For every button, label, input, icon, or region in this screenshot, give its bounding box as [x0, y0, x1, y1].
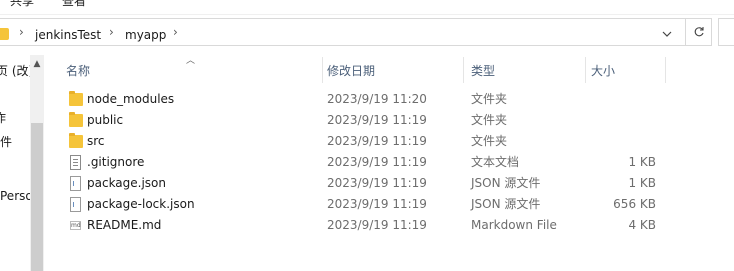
- nav-item[interactable]: 页 (改): [0, 62, 33, 79]
- file-date: 2023/9/19 11:19: [327, 155, 427, 169]
- folder-icon: [69, 133, 83, 148]
- file-row[interactable]: src 2023/9/19 11:19 文件夹: [58, 131, 668, 152]
- file-name: package.json: [87, 176, 167, 190]
- nav-item[interactable]: Perso: [0, 189, 33, 203]
- breadcrumb-myapp[interactable]: myapp: [125, 28, 166, 42]
- refresh-button[interactable]: [686, 18, 712, 46]
- markdown-file-icon: md: [70, 221, 81, 230]
- file-row[interactable]: package.json 2023/9/19 11:19 JSON 源文件 1 …: [58, 173, 668, 194]
- file-type: 文件夹: [471, 113, 508, 127]
- ribbon-strip: 共享 查看: [0, 0, 734, 14]
- file-list: ︿ 名称 修改日期 类型 大小 node_modules 2023/9/19 1…: [58, 55, 734, 271]
- file-size: 656 KB: [613, 197, 656, 211]
- refresh-icon: [694, 27, 704, 37]
- file-size: 1 KB: [628, 176, 656, 190]
- file-type: Markdown File: [471, 218, 557, 232]
- address-bar[interactable]: › jenkinsTest › myapp ›: [0, 18, 686, 46]
- navigation-pane: 页 (改) 作 文件 Perso ▲: [0, 55, 44, 271]
- file-name: package-lock.json: [87, 197, 195, 211]
- ribbon-tab-view[interactable]: 查看: [62, 0, 86, 9]
- file-type: 文件夹: [471, 134, 508, 148]
- json-file-icon: [70, 197, 81, 212]
- file-date: 2023/9/19 11:20: [327, 92, 427, 106]
- column-header-name[interactable]: 名称: [66, 61, 90, 81]
- file-name: public: [87, 113, 124, 127]
- file-row[interactable]: .gitignore 2023/9/19 11:19 文本文档 1 KB: [58, 152, 668, 173]
- file-size: [598, 110, 656, 131]
- file-size: 4 KB: [628, 218, 656, 232]
- sort-ascending-icon: ︿: [186, 56, 196, 66]
- file-date: 2023/9/19 11:19: [327, 113, 427, 127]
- column-header-type[interactable]: 类型: [471, 61, 495, 81]
- text-file-icon: [70, 155, 81, 170]
- file-type: JSON 源文件: [471, 197, 541, 211]
- file-row[interactable]: public 2023/9/19 11:19 文件夹: [58, 110, 668, 131]
- file-date: 2023/9/19 11:19: [327, 134, 427, 148]
- file-name: README.md: [87, 218, 162, 232]
- nav-item[interactable]: 文件: [0, 133, 12, 150]
- breadcrumb-jenkinstest[interactable]: jenkinsTest: [35, 28, 101, 42]
- column-divider[interactable]: [322, 57, 323, 83]
- folder-icon: [69, 112, 83, 127]
- file-size: [598, 89, 656, 110]
- file-name: src: [87, 134, 105, 148]
- file-row[interactable]: package-lock.json 2023/9/19 11:19 JSON 源…: [58, 194, 668, 215]
- column-header-size[interactable]: 大小: [591, 61, 615, 81]
- column-divider[interactable]: [463, 57, 464, 83]
- file-date: 2023/9/19 11:19: [327, 176, 427, 190]
- file-name: node_modules: [87, 92, 175, 106]
- file-type: 文本文档: [471, 155, 520, 169]
- folder-icon: [0, 28, 9, 40]
- ribbon-tab-share[interactable]: 共享: [10, 0, 34, 9]
- file-size: 1 KB: [628, 155, 656, 169]
- scroll-up-icon[interactable]: ▲: [30, 57, 44, 71]
- file-row[interactable]: md README.md 2023/9/19 11:19 Markdown Fi…: [58, 215, 668, 236]
- breadcrumb-separator-icon[interactable]: ›: [173, 25, 178, 39]
- nav-scrollbar[interactable]: ▲: [30, 55, 44, 271]
- json-file-icon: [70, 176, 81, 191]
- file-size: [598, 131, 656, 152]
- chevron-down-icon[interactable]: [655, 23, 679, 45]
- file-date: 2023/9/19 11:19: [327, 197, 427, 211]
- breadcrumb-separator-icon[interactable]: ›: [19, 25, 24, 39]
- nav-item[interactable]: 作: [0, 109, 6, 126]
- address-bar-row: › jenkinsTest › myapp ›: [0, 15, 734, 49]
- column-divider[interactable]: [665, 57, 666, 83]
- file-name: .gitignore: [87, 155, 145, 169]
- folder-icon: [69, 91, 83, 106]
- column-header-date[interactable]: 修改日期: [327, 61, 375, 81]
- file-date: 2023/9/19 11:19: [327, 218, 427, 232]
- nav-scrollbar-thumb[interactable]: [31, 123, 43, 271]
- file-type: 文件夹: [471, 92, 508, 106]
- file-type: JSON 源文件: [471, 176, 541, 190]
- column-divider[interactable]: [585, 57, 586, 83]
- breadcrumb-separator-icon[interactable]: ›: [109, 25, 114, 39]
- search-input[interactable]: [718, 18, 734, 46]
- file-row[interactable]: node_modules 2023/9/19 11:20 文件夹: [58, 89, 668, 110]
